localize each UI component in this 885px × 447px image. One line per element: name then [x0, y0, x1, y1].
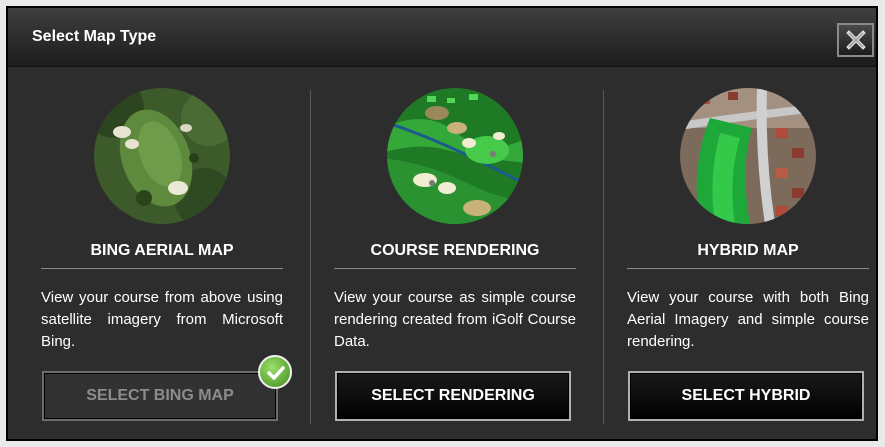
dialog-title: Select Map Type	[32, 28, 157, 45]
option-bing-aerial: BING AERIAL MAP View your course from ab…	[41, 88, 292, 428]
column-divider	[603, 90, 604, 424]
option-description: View your course from above using satell…	[41, 289, 283, 350]
close-button[interactable]	[837, 23, 874, 57]
option-title: COURSE RENDERING	[370, 242, 540, 259]
option-course-rendering: COURSE RENDERING View your course as sim…	[334, 88, 576, 428]
option-title: BING AERIAL MAP	[90, 242, 234, 259]
button-label: SELECT BING MAP	[86, 387, 234, 404]
select-map-type-dialog: Select Map Type BING AERIAL MAP View you…	[6, 6, 878, 441]
option-description: View your course as simple course render…	[334, 289, 576, 350]
option-description: View your course with both Bing Aerial I…	[627, 289, 869, 350]
column-divider	[310, 90, 311, 424]
dialog-titlebar: Select Map Type	[8, 8, 876, 67]
select-hybrid-button[interactable]: SELECT HYBRID	[628, 371, 864, 421]
divider-rule	[41, 268, 283, 269]
close-x-icon	[846, 30, 866, 50]
select-rendering-button[interactable]: SELECT RENDERING	[335, 371, 571, 421]
hybrid-map-thumbnail	[680, 88, 816, 224]
divider-rule	[627, 268, 869, 269]
select-bing-map-button[interactable]: SELECT BING MAP	[42, 355, 292, 421]
option-hybrid-map: HYBRID MAP View your course with both Bi…	[627, 88, 869, 428]
course-rendering-thumbnail	[387, 88, 523, 224]
option-title: HYBRID MAP	[697, 242, 799, 259]
selected-badge	[258, 355, 292, 389]
divider-rule	[334, 268, 576, 269]
aerial-map-thumbnail	[94, 88, 230, 224]
checkmark-icon	[267, 366, 285, 380]
